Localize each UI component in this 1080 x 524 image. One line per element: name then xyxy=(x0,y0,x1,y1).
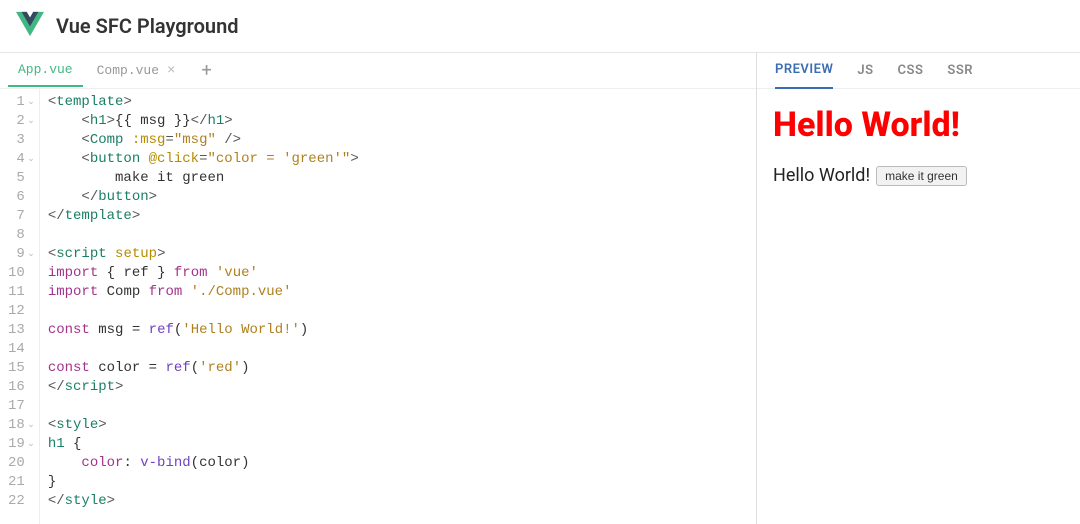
gutter-line: 2⌄ xyxy=(8,112,35,131)
editor-pane: App.vueComp.vue×+ 1⌄2⌄34⌄56789⌄101112131… xyxy=(0,53,757,524)
code-editor[interactable]: 1⌄2⌄34⌄56789⌄101112131415161718⌄19⌄20212… xyxy=(0,89,756,524)
code-line[interactable]: color: v-bind(color) xyxy=(48,454,359,473)
preview-heading: Hello World! xyxy=(773,105,1064,145)
code-line[interactable]: import { ref } from 'vue' xyxy=(48,264,359,283)
code-line[interactable]: <script setup> xyxy=(48,245,359,264)
file-tab-app-vue[interactable]: App.vue xyxy=(8,54,83,87)
code-line[interactable]: </script> xyxy=(48,378,359,397)
make-green-button[interactable]: make it green xyxy=(876,166,967,186)
output-tab-css[interactable]: CSS xyxy=(898,53,924,88)
code-line[interactable] xyxy=(48,340,359,359)
file-tab-label: App.vue xyxy=(18,62,73,77)
gutter-line: 18⌄ xyxy=(8,416,35,435)
gutter-line: 3 xyxy=(8,131,35,150)
fold-icon[interactable]: ⌄ xyxy=(27,93,35,112)
code-line[interactable]: import Comp from './Comp.vue' xyxy=(48,283,359,302)
output-tab-preview[interactable]: PREVIEW xyxy=(775,52,833,89)
output-tab-ssr[interactable]: SSR xyxy=(947,53,973,88)
gutter-line: 8 xyxy=(8,226,35,245)
gutter-line: 12 xyxy=(8,302,35,321)
gutter-line: 1⌄ xyxy=(8,93,35,112)
app-header: Vue SFC Playground xyxy=(0,0,1080,53)
gutter-line: 7 xyxy=(8,207,35,226)
fold-icon[interactable]: ⌄ xyxy=(27,245,35,264)
code-line[interactable]: <h1>{{ msg }}</h1> xyxy=(48,112,359,131)
code-content[interactable]: <template> <h1>{{ msg }}</h1> <Comp :msg… xyxy=(40,89,367,524)
preview-msg: Hello World! xyxy=(773,165,870,186)
code-line[interactable]: </style> xyxy=(48,492,359,511)
code-line[interactable]: <button @click="color = 'green'"> xyxy=(48,150,359,169)
gutter-line: 22 xyxy=(8,492,35,511)
gutter-line: 19⌄ xyxy=(8,435,35,454)
gutter-line: 11 xyxy=(8,283,35,302)
gutter-line: 14 xyxy=(8,340,35,359)
gutter-line: 5 xyxy=(8,169,35,188)
code-line[interactable]: } xyxy=(48,473,359,492)
app-title: Vue SFC Playground xyxy=(56,14,239,38)
gutter-line: 17 xyxy=(8,397,35,416)
gutter-line: 6 xyxy=(8,188,35,207)
output-tab-js[interactable]: JS xyxy=(857,53,873,88)
fold-icon[interactable]: ⌄ xyxy=(27,150,35,169)
add-tab-button[interactable]: + xyxy=(189,56,223,85)
preview-pane: PREVIEW JS CSS SSR Hello World! Hello World… xyxy=(757,53,1080,524)
output-tabs: PREVIEW JS CSS SSR xyxy=(757,53,1080,89)
code-line[interactable]: make it green xyxy=(48,169,359,188)
fold-icon[interactable]: ⌄ xyxy=(27,435,35,454)
main-split: App.vueComp.vue×+ 1⌄2⌄34⌄56789⌄101112131… xyxy=(0,53,1080,524)
code-line[interactable] xyxy=(48,302,359,321)
close-icon[interactable]: × xyxy=(167,63,175,79)
gutter-line: 9⌄ xyxy=(8,245,35,264)
code-line[interactable]: const msg = ref('Hello World!') xyxy=(48,321,359,340)
preview-content: Hello World! Hello World! make it green xyxy=(757,89,1080,524)
code-line[interactable]: const color = ref('red') xyxy=(48,359,359,378)
fold-icon[interactable]: ⌄ xyxy=(27,416,35,435)
code-line[interactable]: <Comp :msg="msg" /> xyxy=(48,131,359,150)
code-line[interactable]: </button> xyxy=(48,188,359,207)
code-line[interactable]: </template> xyxy=(48,207,359,226)
gutter-line: 13 xyxy=(8,321,35,340)
file-tabs: App.vue Comp.vue × + xyxy=(0,53,756,89)
gutter-line: 10 xyxy=(8,264,35,283)
preview-row: Hello World! make it green xyxy=(773,165,1064,186)
gutter-line: 20 xyxy=(8,454,35,473)
code-line[interactable]: <style> xyxy=(48,416,359,435)
gutter-line: 15 xyxy=(8,359,35,378)
code-line[interactable] xyxy=(48,397,359,416)
fold-icon[interactable]: ⌄ xyxy=(27,112,35,131)
code-line[interactable]: h1 { xyxy=(48,435,359,454)
code-line[interactable] xyxy=(48,226,359,245)
file-tab-comp-vue[interactable]: Comp.vue × xyxy=(87,55,186,87)
gutter-line: 21 xyxy=(8,473,35,492)
gutter-line: 4⌄ xyxy=(8,150,35,169)
vue-logo-icon xyxy=(16,10,44,42)
line-gutter: 1⌄2⌄34⌄56789⌄101112131415161718⌄19⌄20212… xyxy=(0,89,40,524)
gutter-line: 16 xyxy=(8,378,35,397)
code-line[interactable]: <template> xyxy=(48,93,359,112)
file-tab-label: Comp.vue xyxy=(97,63,159,78)
